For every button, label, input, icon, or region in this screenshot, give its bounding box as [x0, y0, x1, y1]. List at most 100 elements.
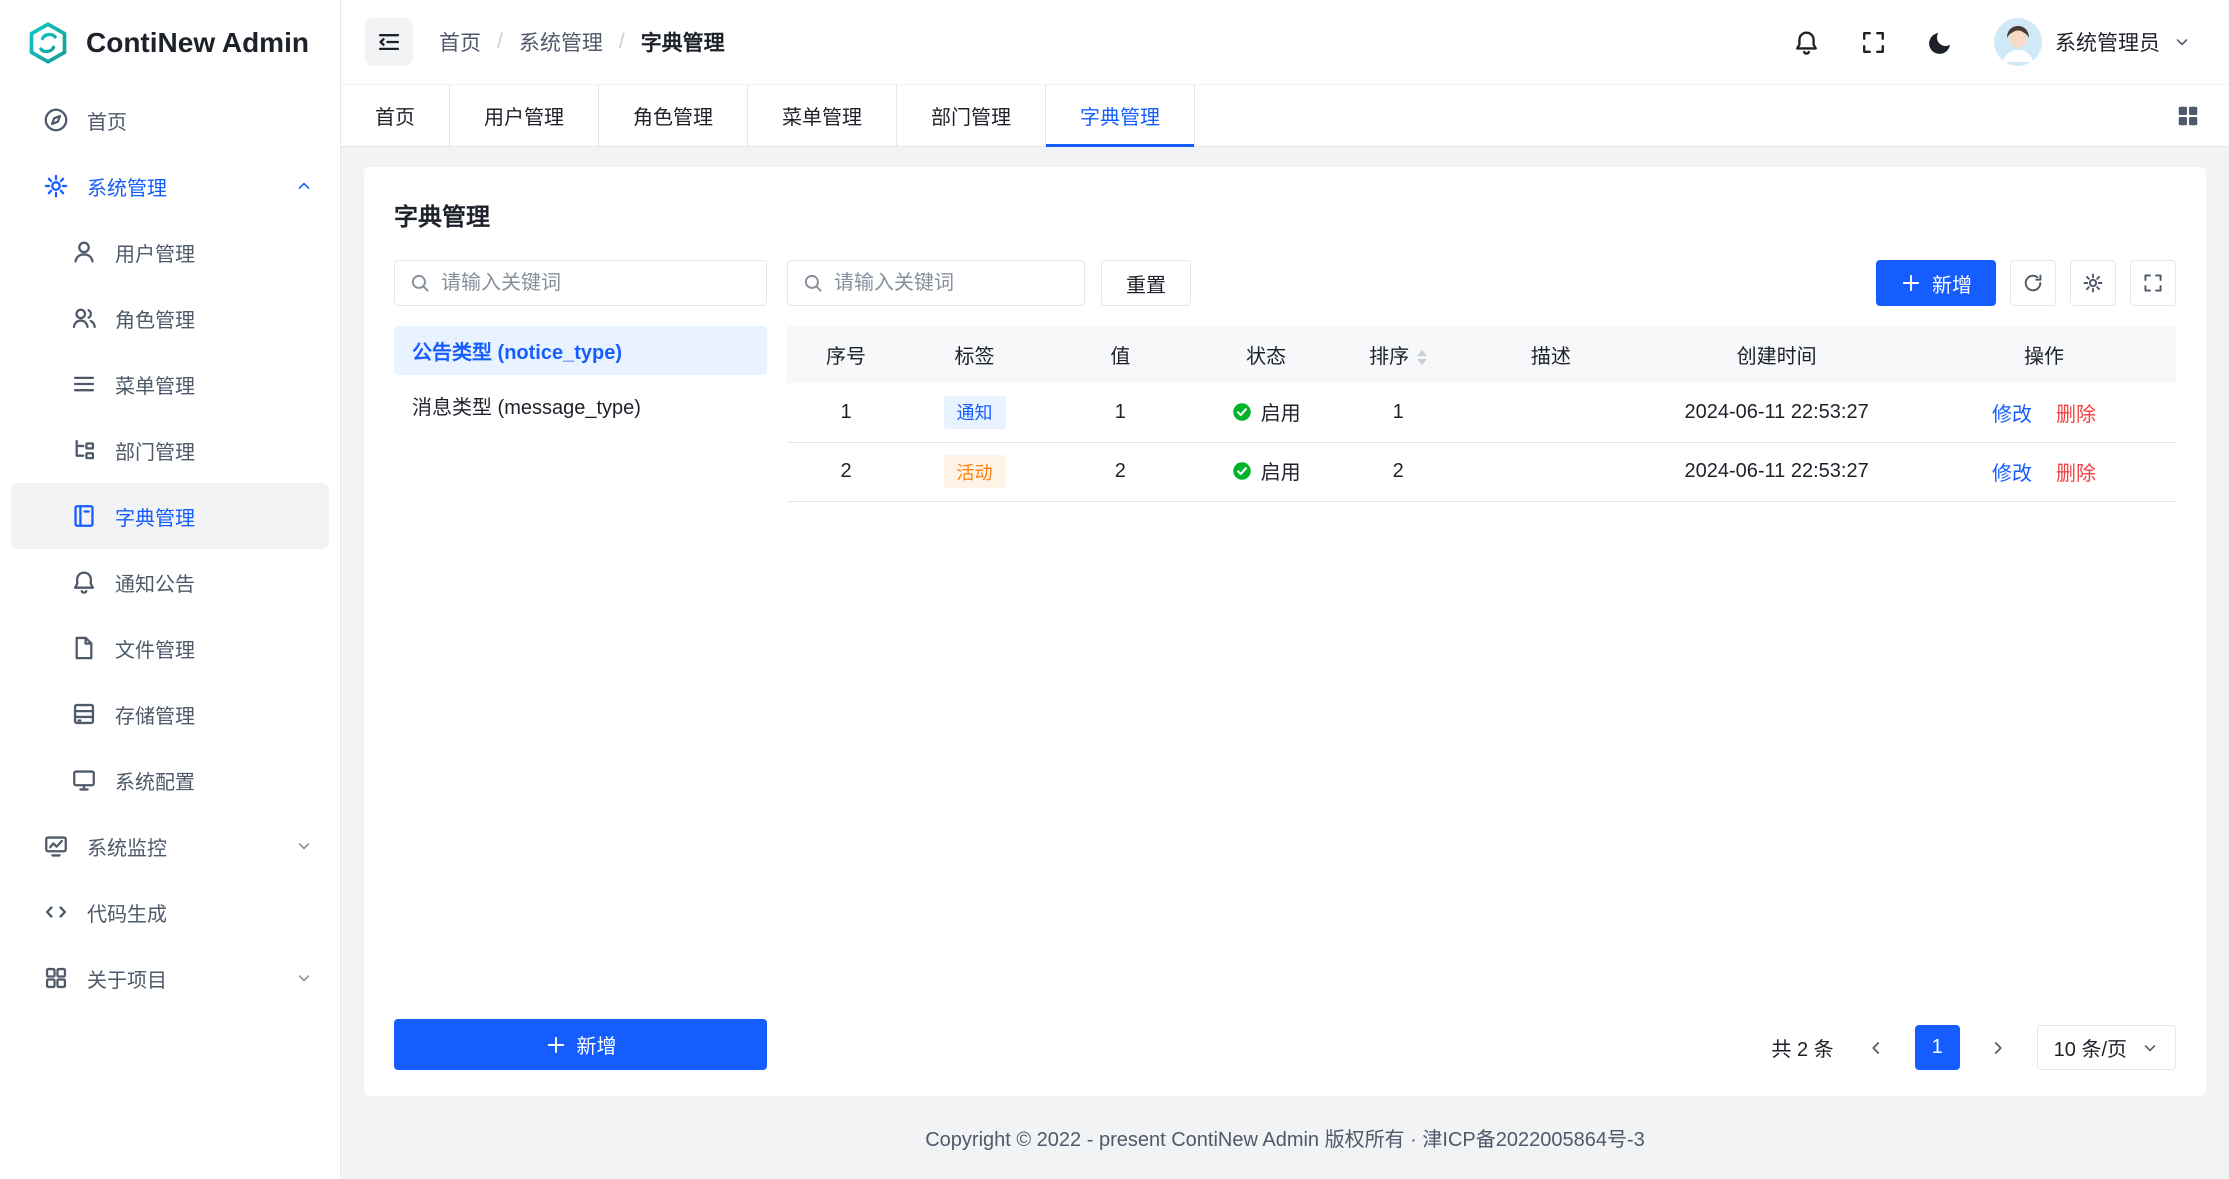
- dict-type-panel: 公告类型 (notice_type) 消息类型 (message_type) 新增: [394, 260, 767, 1070]
- tab-role[interactable]: 角色管理: [599, 85, 748, 146]
- add-dict-type-button[interactable]: 新增: [394, 1019, 767, 1070]
- page-size-select[interactable]: 10 条/页: [2037, 1025, 2176, 1070]
- add-dict-item-button[interactable]: 新增: [1876, 260, 1996, 306]
- refresh-button[interactable]: [2010, 260, 2056, 306]
- table-row: 2活动2启用22024-06-11 22:53:27修改删除: [787, 442, 2176, 501]
- sidebar-item-label: 系统管理: [87, 172, 277, 201]
- add-dict-type-label: 新增: [577, 1030, 617, 1059]
- user-menu[interactable]: 系统管理员: [1994, 18, 2191, 66]
- menu-fold-icon: [376, 29, 402, 55]
- tab-dict[interactable]: 字典管理: [1046, 85, 1195, 146]
- column-header-status: 状态: [1197, 326, 1336, 383]
- sidebar-item-monitor[interactable]: 系统监控: [11, 813, 329, 879]
- cell-actions: 修改 删除: [1912, 442, 2176, 501]
- plus-icon: [545, 1034, 567, 1056]
- cell-status: 启用: [1197, 442, 1336, 501]
- tab-label: 首页: [375, 101, 415, 130]
- collapse-sidebar-button[interactable]: [365, 18, 413, 66]
- sidebar-item-menu[interactable]: 菜单管理: [11, 351, 329, 417]
- sidebar-item-system[interactable]: 系统管理: [11, 153, 329, 219]
- breadcrumb-item[interactable]: 系统管理: [519, 27, 603, 57]
- next-page-button[interactable]: [1976, 1025, 2021, 1070]
- delete-link[interactable]: 删除: [2056, 404, 2096, 426]
- monitor-chart-icon: [43, 833, 69, 859]
- search-icon: [409, 272, 431, 294]
- cell-created_at: 2024-06-11 22:53:27: [1641, 383, 1912, 442]
- dict-type-item[interactable]: 消息类型 (message_type): [394, 381, 767, 430]
- breadcrumb-item[interactable]: 首页: [439, 27, 481, 57]
- dict-item-search-input[interactable]: [787, 260, 1085, 306]
- apps-grid-icon[interactable]: [2175, 103, 2201, 129]
- prev-page-button[interactable]: [1854, 1025, 1899, 1070]
- column-header-created_at: 创建时间: [1641, 326, 1912, 383]
- sidebar-item-dict[interactable]: 字典管理: [11, 483, 329, 549]
- cell-description: [1461, 442, 1642, 501]
- cell-actions: 修改 删除: [1912, 383, 2176, 442]
- column-header-actions: 操作: [1912, 326, 2176, 383]
- page-1-button[interactable]: 1: [1915, 1025, 1960, 1070]
- tab-label: 字典管理: [1080, 101, 1160, 130]
- page-size-value: 10 条/页: [2054, 1033, 2127, 1062]
- dict-management-card: 字典管理 公告类型 (notice_type)消息类型 (message_typ…: [364, 167, 2206, 1096]
- reset-button[interactable]: 重置: [1101, 260, 1191, 306]
- search-icon: [802, 272, 824, 294]
- cell-tag: 通知: [905, 383, 1044, 442]
- fullscreen-icon[interactable]: [1860, 29, 1887, 56]
- chevron-down-icon: [2141, 1039, 2159, 1057]
- edit-link[interactable]: 修改: [1992, 463, 2032, 485]
- dict-type-search-input[interactable]: [394, 260, 767, 306]
- tab-user[interactable]: 用户管理: [450, 85, 599, 146]
- chevron-right-icon: [1988, 1038, 2008, 1058]
- bell-icon: [71, 569, 97, 595]
- breadcrumb-item: 字典管理: [641, 27, 725, 57]
- sidebar-item-file[interactable]: 文件管理: [11, 615, 329, 681]
- avatar: [1994, 18, 2042, 66]
- tab-label: 用户管理: [484, 101, 564, 130]
- dict-type-item[interactable]: 公告类型 (notice_type): [394, 326, 767, 375]
- table-fullscreen-button[interactable]: [2130, 260, 2176, 306]
- table-body: 1通知1启用12024-06-11 22:53:27修改删除2活动2启用2202…: [787, 383, 2176, 501]
- sidebar-item-notice[interactable]: 通知公告: [11, 549, 329, 615]
- users-icon: [71, 305, 97, 331]
- pagination: 共 2 条 1 10 条/页: [787, 1007, 2176, 1070]
- sidebar-item-dept[interactable]: 部门管理: [11, 417, 329, 483]
- edit-link[interactable]: 修改: [1992, 404, 2032, 426]
- tabbar: 首页 用户管理 角色管理菜单管理 部门管理 字典管理: [341, 85, 2229, 147]
- table-settings-button[interactable]: [2070, 260, 2116, 306]
- compass-icon: [43, 107, 69, 133]
- dict-item-search-field[interactable]: [834, 272, 1070, 295]
- tag-badge: 活动: [944, 455, 1006, 488]
- sort-carets-icon[interactable]: [1417, 350, 1427, 365]
- sidebar-item-codegen[interactable]: 代码生成: [11, 879, 329, 945]
- cell-description: [1461, 383, 1642, 442]
- tab-dept[interactable]: 部门管理: [897, 85, 1046, 146]
- tabs: 首页 用户管理 角色管理菜单管理 部门管理 字典管理: [341, 85, 1195, 146]
- refresh-icon: [2022, 272, 2044, 294]
- app-logo[interactable]: ContiNew Admin: [0, 0, 340, 85]
- cell-index: 2: [787, 442, 905, 501]
- cell-sort: 1: [1336, 383, 1461, 442]
- column-header-description: 描述: [1461, 326, 1642, 383]
- sidebar-item-user[interactable]: 用户管理: [11, 219, 329, 285]
- chevron-up-icon: [295, 177, 313, 195]
- sidebar-item-label: 字典管理: [115, 502, 313, 531]
- sidebar-item-about[interactable]: 关于项目: [11, 945, 329, 1011]
- sidebar-item-storage[interactable]: 存储管理: [11, 681, 329, 747]
- bell-icon[interactable]: [1793, 29, 1820, 56]
- settings-icon[interactable]: [1726, 29, 1753, 56]
- sidebar-item-config[interactable]: 系统配置: [11, 747, 329, 813]
- status-badge: 启用: [1232, 456, 1301, 485]
- tab-label: 部门管理: [931, 101, 1011, 130]
- tab-home[interactable]: 首页: [341, 85, 450, 146]
- dict-type-search-field[interactable]: [441, 272, 752, 295]
- chevron-down-icon: [2173, 33, 2191, 51]
- tab-menu[interactable]: 菜单管理: [748, 85, 897, 146]
- sidebar-menu: 首页系统管理用户管理角色管理菜单管理部门管理字典管理通知公告文件管理存储管理系统…: [0, 85, 340, 1179]
- moon-icon[interactable]: [1927, 29, 1954, 56]
- table-header-row: 序号标签值状态排序描述创建时间操作: [787, 326, 2176, 383]
- sidebar-item-role[interactable]: 角色管理: [11, 285, 329, 351]
- delete-link[interactable]: 删除: [2056, 463, 2096, 485]
- column-header-sort[interactable]: 排序: [1336, 326, 1461, 383]
- sidebar-item-home[interactable]: 首页: [11, 87, 329, 153]
- sidebar-item-label: 用户管理: [115, 238, 313, 267]
